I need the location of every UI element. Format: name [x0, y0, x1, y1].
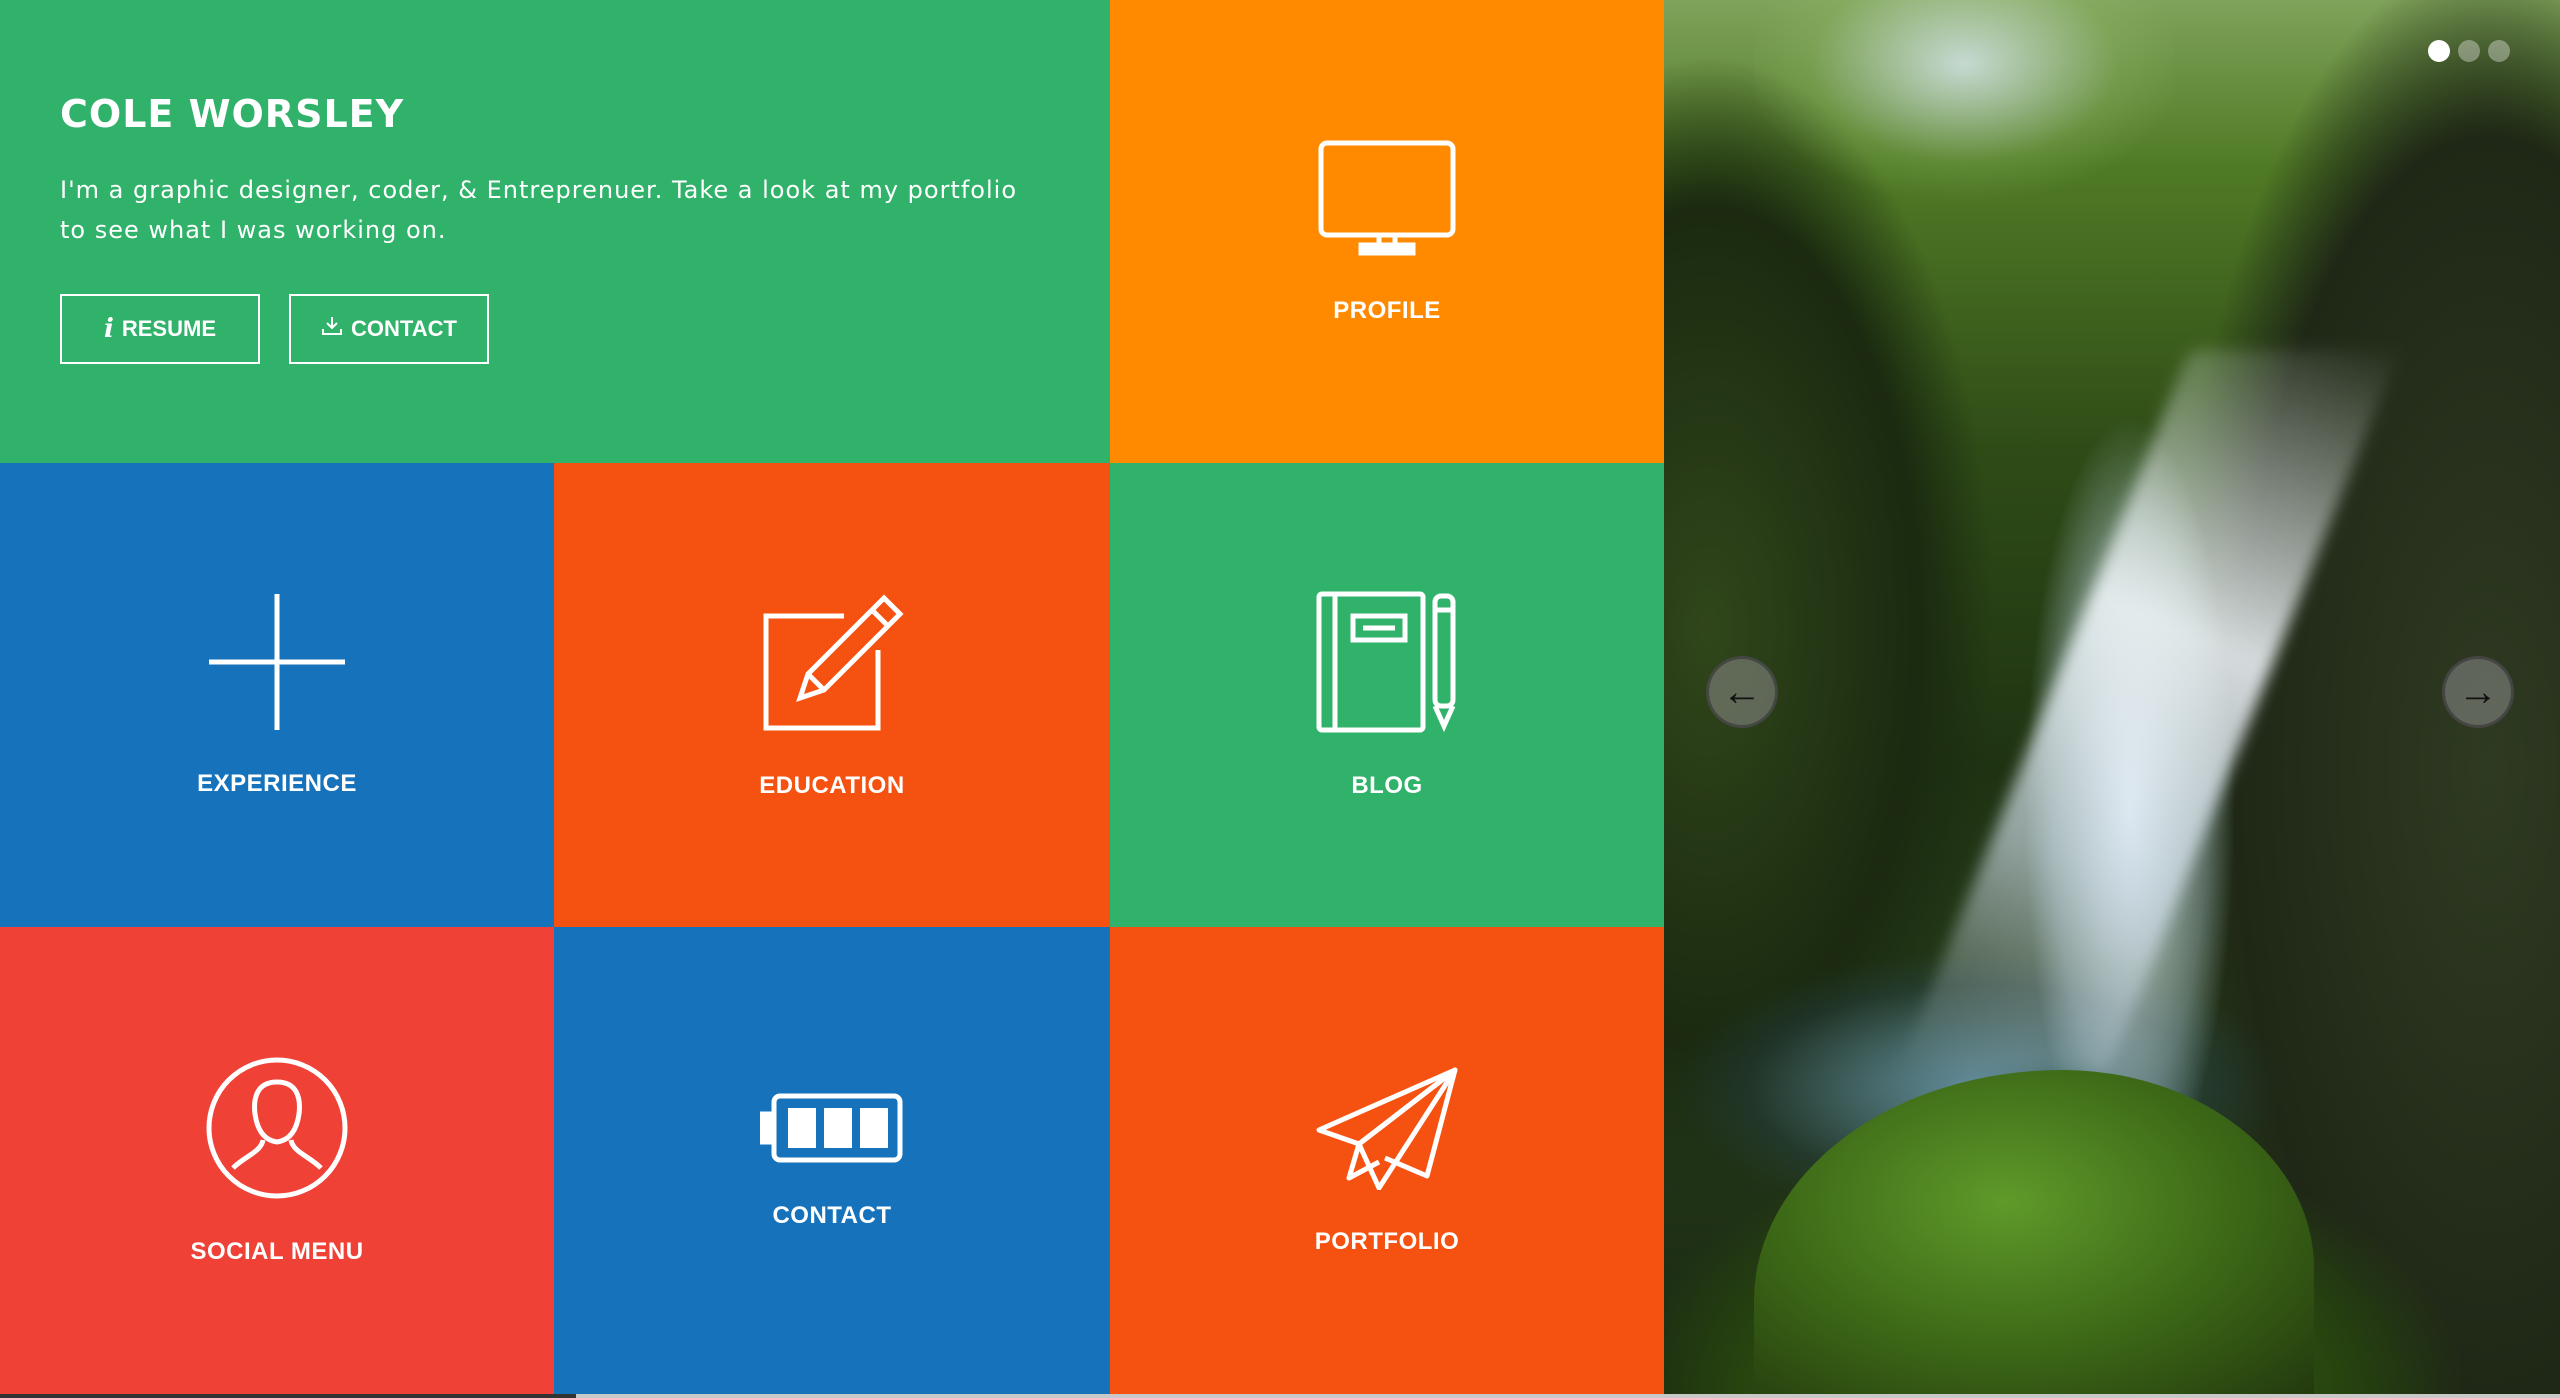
intro-buttons: i RESUME CONTACT — [60, 294, 1050, 364]
slider-dot-2[interactable] — [2458, 40, 2480, 62]
tile-blog[interactable]: BLOG — [1110, 463, 1664, 927]
battery-icon — [760, 1092, 904, 1164]
contact-button-label: CONTACT — [351, 316, 457, 341]
monitor-icon — [1317, 139, 1457, 259]
slider-dot-3[interactable] — [2488, 40, 2510, 62]
slider-prev-button[interactable]: ← — [1706, 656, 1778, 728]
photo-mossy-rock — [1754, 1070, 2314, 1394]
plus-icon — [207, 592, 347, 732]
tile-profile-label: PROFILE — [1333, 296, 1441, 324]
site-name: COLE WORSLEY — [60, 92, 405, 136]
waterfall-forest-photo — [1664, 0, 2560, 1394]
scrollbar-thumb[interactable] — [0, 1394, 576, 1398]
tile-grid: COLE WORSLEY I'm a graphic designer, cod… — [0, 0, 1664, 1394]
tile-portfolio-label: PORTFOLIO — [1314, 1227, 1460, 1255]
bottom-scrollbar[interactable] — [0, 1394, 2560, 1398]
download-icon — [321, 315, 343, 343]
tile-experience[interactable]: EXPERIENCE — [0, 463, 554, 927]
tile-profile[interactable]: PROFILE — [1110, 0, 1664, 463]
tile-contact-label: CONTACT — [772, 1201, 892, 1229]
photo-waterfall — [1898, 350, 2400, 1070]
contact-button[interactable]: CONTACT — [289, 294, 489, 364]
tile-social-menu[interactable]: SOCIAL MENU — [0, 927, 554, 1394]
tile-experience-label: EXPERIENCE — [197, 770, 357, 797]
photo-sky — [1754, 0, 2174, 320]
person-icon — [205, 1056, 349, 1200]
arrow-left-icon: ← — [1722, 670, 1762, 714]
notebook-icon — [1315, 590, 1459, 734]
resume-button[interactable]: i RESUME — [60, 294, 260, 364]
tile-education-label: EDUCATION — [759, 772, 905, 799]
tile-portfolio[interactable]: PORTFOLIO — [1110, 927, 1664, 1394]
slider-dots — [2428, 40, 2510, 62]
slider-dot-1[interactable] — [2428, 40, 2450, 62]
info-icon: i — [103, 314, 114, 344]
arrow-right-icon: → — [2458, 670, 2498, 714]
resume-button-label: RESUME — [121, 316, 216, 341]
bio-text: I'm a graphic designer, coder, & Entrepr… — [60, 176, 1017, 244]
paper-plane-icon — [1315, 1066, 1459, 1190]
intro-panel: COLE WORSLEY I'm a graphic designer, cod… — [0, 0, 1110, 463]
pencil-square-icon — [760, 590, 904, 734]
tile-contact[interactable]: CONTACT — [554, 927, 1110, 1394]
slider-next-button[interactable]: → — [2442, 656, 2514, 728]
tile-blog-label: BLOG — [1351, 772, 1423, 799]
tile-social-menu-label: SOCIAL MENU — [190, 1237, 364, 1265]
tile-education[interactable]: EDUCATION — [554, 463, 1110, 927]
